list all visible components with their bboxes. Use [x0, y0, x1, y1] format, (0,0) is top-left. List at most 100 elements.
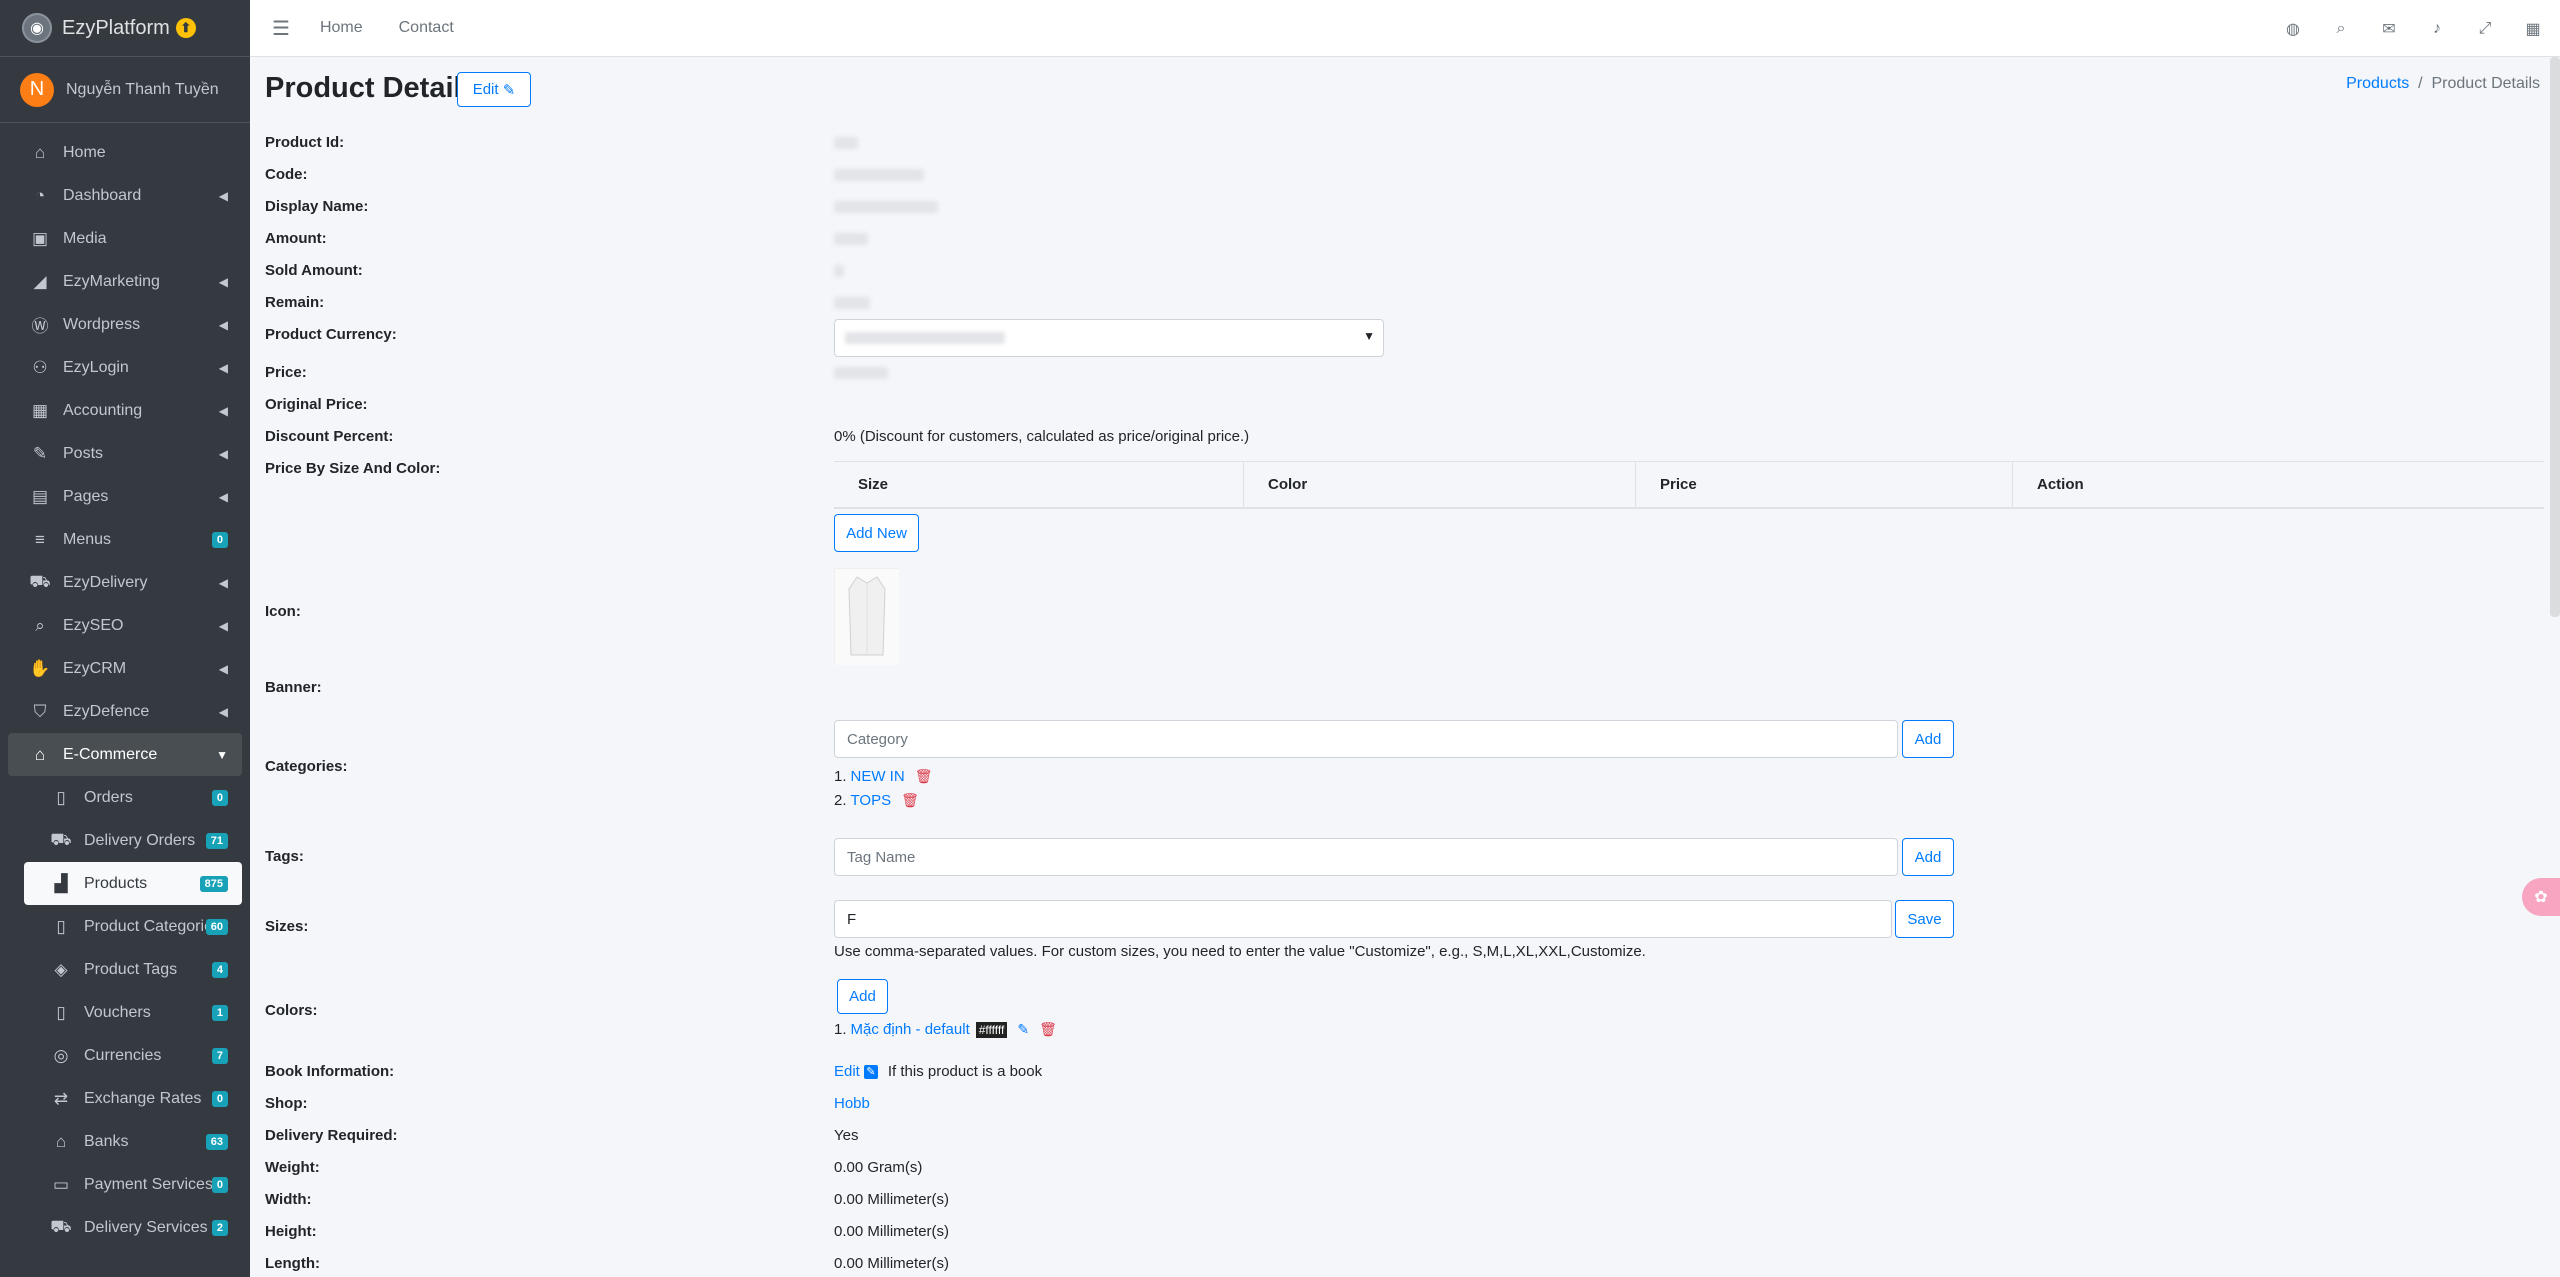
messages-icon[interactable]: ✉ — [2380, 20, 2398, 38]
sidebar-item-product-categories[interactable]: ▯ Product Categories 60 — [24, 905, 242, 948]
brand-name: EzyPlatform — [62, 16, 170, 39]
sidebar-item-menus[interactable]: ≡ Menus 0 — [8, 518, 242, 561]
sidebar-item-delivery-services[interactable]: ⛟ Delivery Services 2 — [24, 1206, 242, 1249]
sidebar-item-label: Dashboard — [63, 186, 142, 204]
sidebar-item-product-tags[interactable]: ◈ Product Tags 4 — [24, 948, 242, 991]
add-new-price-button[interactable]: Add New — [834, 514, 919, 552]
sidebar-item-label: Product Tags — [84, 960, 178, 978]
chevron-left-icon: ◀ — [218, 661, 228, 676]
nav-home-link[interactable]: Home — [320, 19, 363, 37]
column-price: Price — [1636, 462, 2013, 507]
page-scrollbar[interactable] — [2550, 57, 2560, 617]
avatar: N — [20, 72, 54, 107]
chevron-left-icon: ◀ — [218, 618, 228, 633]
trash-icon[interactable]: 🗑 — [1039, 1021, 1057, 1038]
sidebar-item-products[interactable]: ▟ Products 875 — [24, 862, 242, 905]
main-content: Product Details Edit ✎ Products / Produc… — [250, 57, 2560, 1277]
page-title: Product Details — [265, 72, 478, 104]
sidebar-item-currencies[interactable]: ◎ Currencies 7 — [24, 1034, 242, 1077]
sidebar-item-home[interactable]: ⌂ Home — [8, 131, 242, 174]
sidebar-item-banks[interactable]: ⌂ Banks 63 — [24, 1120, 242, 1163]
edit-square-icon[interactable]: ✎ — [863, 1064, 878, 1079]
label-categories: Categories: — [265, 758, 348, 775]
label-book-information: Book Information: — [265, 1063, 395, 1080]
trash-icon[interactable]: 🗑 — [915, 768, 933, 785]
sidebar-item-vouchers[interactable]: ▯ Vouchers 1 — [24, 991, 242, 1034]
product-currency-select[interactable]: ▼ — [834, 319, 1384, 357]
sidebar-item-label: Banks — [84, 1132, 129, 1150]
clipboard-icon: ▯ — [56, 787, 66, 807]
sidebar-item-wordpress[interactable]: Ⓦ Wordpress ◀ — [8, 303, 242, 346]
sidebar-item-label: Product Categories — [84, 917, 221, 935]
sidebar-item-label: EzyDelivery — [63, 573, 148, 591]
apps-grid-icon[interactable]: ▦ — [2524, 20, 2542, 38]
menu-icon: ≡ — [35, 529, 45, 549]
sidebar-item-exchange-rates[interactable]: ⇄ Exchange Rates 0 — [24, 1077, 242, 1120]
label-icon: Icon: — [265, 603, 301, 620]
bell-icon[interactable]: ♪ — [2428, 20, 2446, 38]
sidebar-item-ezymarketing[interactable]: ◢ EzyMarketing ◀ — [8, 260, 242, 303]
upgrade-icon: ⬆ — [175, 18, 196, 38]
sidebar-item-accounting[interactable]: ▦ Accounting ◀ — [8, 389, 242, 432]
pages-icon: ▤ — [31, 486, 49, 506]
sidebar-item-ezycrm[interactable]: ✋ EzyCRM ◀ — [8, 647, 242, 690]
width-value: 0.00 Millimeter(s) — [834, 1191, 950, 1208]
ecommerce-submenu: ▯ Orders 0 ⛟ Delivery Orders 71 ▟ Products 875… — [8, 776, 242, 1249]
search-icon[interactable]: ⌕ — [2332, 20, 2350, 38]
redacted-product-id — [834, 137, 858, 149]
breadcrumb-products-link[interactable]: Products — [2346, 75, 2409, 92]
tag-name-input[interactable] — [834, 838, 1898, 876]
fullscreen-icon[interactable]: ⤢ — [2476, 20, 2494, 38]
nav-contact-link[interactable]: Contact — [399, 19, 454, 37]
shop-link[interactable]: Hobb — [834, 1095, 870, 1112]
chevron-down-icon: ▼ — [216, 747, 228, 762]
sidebar-item-ezyseo[interactable]: ⌕ EzySEO ◀ — [8, 604, 242, 647]
count-badge: 1 — [211, 1004, 228, 1021]
redacted-display-name — [834, 201, 938, 213]
edit-icon[interactable]: ✎ — [1017, 1021, 1029, 1038]
user-panel[interactable]: N Nguyễn Thanh Tuyền — [0, 57, 250, 123]
category-input[interactable] — [834, 720, 1898, 758]
category-number: 1. — [834, 768, 847, 785]
category-item: 2. TOPS 🗑 — [834, 792, 919, 809]
calculator-icon: ▦ — [31, 400, 49, 420]
count-badge: 63 — [205, 1133, 228, 1150]
brand[interactable]: ◉ EzyPlatform ⬆ — [0, 0, 250, 57]
edit-product-button[interactable]: Edit ✎ — [457, 72, 531, 107]
category-link[interactable]: TOPS — [851, 792, 892, 809]
sizes-input[interactable] — [834, 900, 1892, 938]
sidebar-item-media[interactable]: ▣ Media — [8, 217, 242, 260]
sidebar-item-ecommerce[interactable]: ⌂ E-Commerce ▼ — [8, 733, 242, 776]
chevron-left-icon: ◀ — [218, 317, 228, 332]
chevron-left-icon: ◀ — [218, 188, 228, 203]
sidebar-item-payment-services[interactable]: ▭ Payment Services 0 — [24, 1163, 242, 1206]
sidebar-item-label: EzyCRM — [63, 659, 127, 677]
sidebar-item-pages[interactable]: ▤ Pages ◀ — [8, 475, 242, 518]
save-sizes-button[interactable]: Save — [1895, 900, 1954, 938]
sidebar-item-label: Posts — [63, 444, 104, 462]
hamburger-menu-icon[interactable]: ☰ — [272, 16, 290, 41]
trash-icon[interactable]: 🗑 — [901, 792, 919, 809]
sidebar-item-posts[interactable]: ✎ Posts ◀ — [8, 432, 242, 475]
sidebar-item-orders[interactable]: ▯ Orders 0 — [24, 776, 242, 819]
product-icon-image[interactable] — [834, 568, 899, 665]
add-category-button[interactable]: Add — [1902, 720, 1954, 758]
category-link[interactable]: NEW IN — [851, 768, 905, 785]
boxes-icon: ▟ — [54, 873, 68, 893]
color-link[interactable]: Mặc định - default — [851, 1021, 970, 1038]
sidebar-item-ezydelivery[interactable]: ⛟ EzyDelivery ◀ — [8, 561, 242, 604]
sidebar-item-delivery-orders[interactable]: ⛟ Delivery Orders 71 — [24, 819, 242, 862]
label-banner: Banner: — [265, 679, 322, 696]
book-edit-link[interactable]: Edit — [834, 1063, 860, 1080]
delivery-required-value: Yes — [834, 1127, 859, 1144]
globe-icon[interactable]: ◍ — [2284, 20, 2302, 38]
sidebar-item-dashboard[interactable]: ◔ Dashboard ◀ — [8, 174, 242, 217]
sidebar-nav: ⌂ Home ◔ Dashboard ◀ ▣ Media ◢ EzyMarketing ◀ … — [0, 123, 250, 1249]
coins-icon: ◎ — [53, 1045, 69, 1065]
add-tag-button[interactable]: Add — [1902, 838, 1954, 876]
sidebar-item-ezydefence[interactable]: ⛉ EzyDefence ◀ — [8, 690, 242, 733]
add-color-button[interactable]: Add — [837, 979, 888, 1014]
chevron-down-icon: ▼ — [1363, 329, 1375, 343]
sidebar-item-ezylogin[interactable]: ⚇ EzyLogin ◀ — [8, 346, 242, 389]
floating-helper-icon[interactable]: ✿ — [2522, 878, 2560, 916]
